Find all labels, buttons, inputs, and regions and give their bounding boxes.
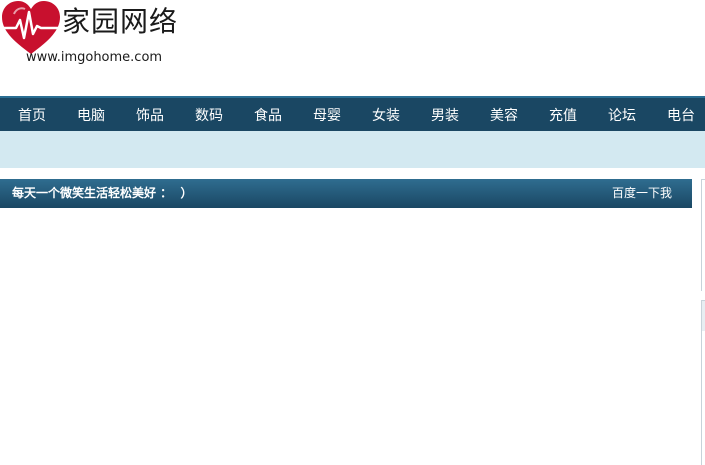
baidu-link[interactable]: 百度一下我	[612, 179, 672, 208]
nav-item-beauty[interactable]: 美容	[490, 105, 549, 125]
nav-item-computers[interactable]: 电脑	[77, 105, 136, 125]
nav-item-home[interactable]: 首页	[18, 105, 77, 125]
sub-bar	[0, 131, 705, 168]
nav-item-radio[interactable]: 电台	[667, 105, 705, 125]
right-panel-edge	[701, 179, 705, 291]
nav-items: 首页 电脑 饰品 数码 食品 母婴 女装 男装 美容 充值 论坛 电台	[0, 98, 705, 131]
slogan-text: 每天一个微笑生活轻松美好 ： ）	[12, 186, 193, 200]
nav-item-forum[interactable]: 论坛	[608, 105, 667, 125]
nav-item-baby[interactable]: 母婴	[313, 105, 372, 125]
title-bar: 每天一个微笑生活轻松美好 ： ） 百度一下我	[0, 179, 692, 208]
nav-item-food[interactable]: 食品	[254, 105, 313, 125]
nav-item-accessories[interactable]: 饰品	[136, 105, 195, 125]
brand-url: www.imgohome.com	[26, 50, 163, 65]
nav-item-mens[interactable]: 男装	[431, 105, 490, 125]
nav-item-recharge[interactable]: 充值	[549, 105, 608, 125]
nav-item-womens[interactable]: 女装	[372, 105, 431, 125]
brand-name: 家园网络	[62, 5, 179, 38]
nav-item-digital[interactable]: 数码	[195, 105, 254, 125]
site-logo[interactable]: 家园网络 www.imgohome.com	[0, 0, 185, 72]
page: 家园网络 www.imgohome.com 首页 电脑 饰品 数码 食品 母婴 …	[0, 0, 705, 465]
main-nav: 首页 电脑 饰品 数码 食品 母婴 女装 男装 美容 充值 论坛 电台	[0, 96, 705, 131]
right-panel-edge	[701, 300, 705, 465]
heart-pulse-icon	[0, 1, 62, 54]
